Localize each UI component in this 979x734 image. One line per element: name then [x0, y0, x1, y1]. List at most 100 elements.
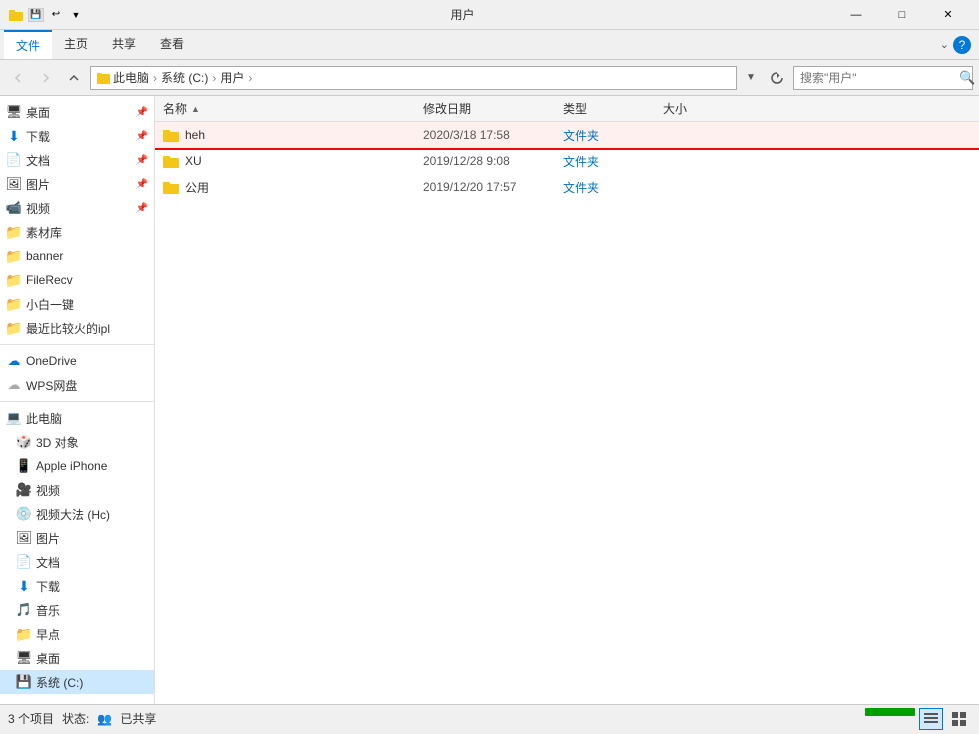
sidebar-item-early[interactable]: 📁 早点: [0, 622, 154, 646]
download2-icon: ⬇: [16, 578, 32, 594]
up-button[interactable]: [62, 66, 86, 90]
tab-file[interactable]: 文件: [4, 30, 52, 59]
col-size-header[interactable]: 大小: [663, 100, 971, 117]
window-controls: — □ ✕: [833, 0, 971, 30]
details-view-icon: [924, 712, 938, 726]
sidebar-item-wps[interactable]: ☁ WPS网盘: [0, 373, 154, 397]
file-list: heh 2020/3/18 17:58 文件夹 XU 2019/12/28 9:…: [155, 122, 979, 704]
search-input[interactable]: [800, 71, 955, 85]
maximize-button[interactable]: □: [879, 0, 925, 30]
minimize-button[interactable]: —: [833, 0, 879, 30]
large-icons-view-button[interactable]: [947, 708, 971, 730]
address-path[interactable]: 此电脑 › 系统 (C:) › 用户 ›: [90, 66, 737, 90]
videos-icon: 📹: [6, 200, 22, 216]
help-icon[interactable]: ?: [953, 36, 971, 54]
content-area: 名称 ▲ 修改日期 类型 大小 heh: [155, 96, 979, 704]
wps-icon: ☁: [6, 377, 22, 393]
video2-icon: 🎥: [16, 482, 32, 498]
ribbon-expand[interactable]: ⌄: [940, 38, 949, 51]
save-icon: 💾: [28, 8, 44, 22]
details-view-button[interactable]: [919, 708, 943, 730]
3d-icon: 🎲: [16, 434, 32, 450]
file-type-heh: 文件夹: [563, 127, 663, 144]
sidebar-item-recent[interactable]: 📁 最近比较火的ipl: [0, 316, 154, 340]
status-bar: 3 个项目 状态: 👥 已共享: [0, 704, 979, 732]
file-date-xu: 2019/12/28 9:08: [423, 154, 563, 168]
item-count: 3 个项目: [8, 710, 54, 727]
refresh-button[interactable]: [765, 66, 789, 90]
sort-arrow: ▲: [191, 104, 200, 114]
sidebar-item-thispc[interactable]: 💻 此电脑: [0, 406, 154, 430]
sidebar-item-picture2[interactable]: 🖼 图片: [0, 526, 154, 550]
col-name-header[interactable]: 名称 ▲: [163, 100, 423, 117]
search-icon: 🔍: [959, 70, 975, 86]
address-bar: 此电脑 › 系统 (C:) › 用户 › ▼ 🔍: [0, 60, 979, 96]
main-layout: 🖥 桌面 📌 ⬇ 下载 📌 📄 文档 📌 🖼 图片 📌 📹 视频: [0, 96, 979, 704]
table-row[interactable]: 公用 2019/12/20 17:57 文件夹: [155, 174, 979, 200]
folder-icon-small: [8, 7, 24, 23]
sidebar-item-download2[interactable]: ⬇ 下载: [0, 574, 154, 598]
sidebar-item-3d[interactable]: 🎲 3D 对象: [0, 430, 154, 454]
documents-icon: 📄: [6, 152, 22, 168]
sidebar-item-desktop2[interactable]: 🖥 桌面: [0, 646, 154, 670]
sidebar-item-banner[interactable]: 📁 banner: [0, 244, 154, 268]
sidebar-item-onedrive[interactable]: ☁ OneDrive: [0, 349, 154, 373]
window-title: 用户: [92, 6, 833, 23]
onedrive-icon: ☁: [6, 353, 22, 369]
sidebar-item-video2[interactable]: 🎥 视频: [0, 478, 154, 502]
search-box[interactable]: 🔍: [793, 66, 973, 90]
ribbon: 文件 主页 共享 查看 ⌄ ?: [0, 30, 979, 60]
sidebar-item-iphone[interactable]: 📱 Apple iPhone: [0, 454, 154, 478]
green-progress-bar: [865, 708, 915, 716]
table-row[interactable]: heh 2020/3/18 17:58 文件夹: [155, 122, 979, 148]
status-text: 已共享: [120, 710, 156, 727]
videodisk-icon: 💿: [16, 506, 32, 522]
dropdown-icon[interactable]: ▼: [68, 7, 84, 23]
large-icons-view-icon: [952, 712, 966, 726]
address-dropdown[interactable]: ▼: [741, 66, 761, 90]
sidebar-item-filerecv[interactable]: 📁 FileRecv: [0, 268, 154, 292]
download-icon: ⬇: [6, 128, 22, 144]
path-segment-computer[interactable]: 此电脑: [113, 69, 149, 86]
path-segment-users[interactable]: 用户: [220, 69, 244, 86]
picture2-icon: 🖼: [16, 530, 32, 546]
col-date-header[interactable]: 修改日期: [423, 100, 563, 117]
folder-banner-icon: 📁: [6, 248, 22, 264]
title-bar: 💾 ↩ ▼ 用户 — □ ✕: [0, 0, 979, 30]
path-segment-c[interactable]: 系统 (C:): [161, 69, 208, 86]
desktop-icon: 🖥: [6, 104, 22, 120]
folder-material-icon: 📁: [6, 224, 22, 240]
desktop2-icon: 🖥: [16, 650, 32, 666]
path-folder-icon: [97, 71, 111, 85]
sidebar-item-download[interactable]: ⬇ 下载 📌: [0, 124, 154, 148]
close-button[interactable]: ✕: [925, 0, 971, 30]
back-button[interactable]: [6, 66, 30, 90]
music-icon: 🎵: [16, 602, 32, 618]
disk-icon: 💾: [16, 674, 32, 690]
file-type-public: 文件夹: [563, 179, 663, 196]
file-date-public: 2019/12/20 17:57: [423, 180, 563, 194]
sidebar-item-videodisk[interactable]: 💿 视频大法 (Hc): [0, 502, 154, 526]
tab-share[interactable]: 共享: [100, 30, 148, 59]
folder-public-icon: [163, 179, 179, 195]
status-icon: 👥: [97, 712, 112, 726]
sidebar-item-music[interactable]: 🎵 音乐: [0, 598, 154, 622]
tab-view[interactable]: 查看: [148, 30, 196, 59]
sidebar-item-xiaobai[interactable]: 📁 小白一键: [0, 292, 154, 316]
pinned-section: 🖥 桌面 📌 ⬇ 下载 📌 📄 文档 📌 🖼 图片 📌 📹 视频: [0, 96, 154, 340]
folder-heh-icon: [163, 127, 179, 143]
folder-xu-icon: [163, 153, 179, 169]
sidebar-item-cdrive[interactable]: 💾 系统 (C:): [0, 670, 154, 694]
ribbon-tabs: 文件 主页 共享 查看 ⌄ ?: [0, 30, 979, 59]
sidebar-item-videos[interactable]: 📹 视频 📌: [0, 196, 154, 220]
tab-home[interactable]: 主页: [52, 30, 100, 59]
sidebar-item-documents[interactable]: 📄 文档 📌: [0, 148, 154, 172]
sidebar-item-pictures[interactable]: 🖼 图片 📌: [0, 172, 154, 196]
sidebar-item-document2[interactable]: 📄 文档: [0, 550, 154, 574]
sidebar-item-desktop[interactable]: 🖥 桌面 📌: [0, 100, 154, 124]
forward-button[interactable]: [34, 66, 58, 90]
col-type-header[interactable]: 类型: [563, 100, 663, 117]
table-row[interactable]: XU 2019/12/28 9:08 文件夹: [155, 148, 979, 174]
sidebar-item-material[interactable]: 📁 素材库: [0, 220, 154, 244]
file-name-heh: heh: [163, 127, 423, 143]
